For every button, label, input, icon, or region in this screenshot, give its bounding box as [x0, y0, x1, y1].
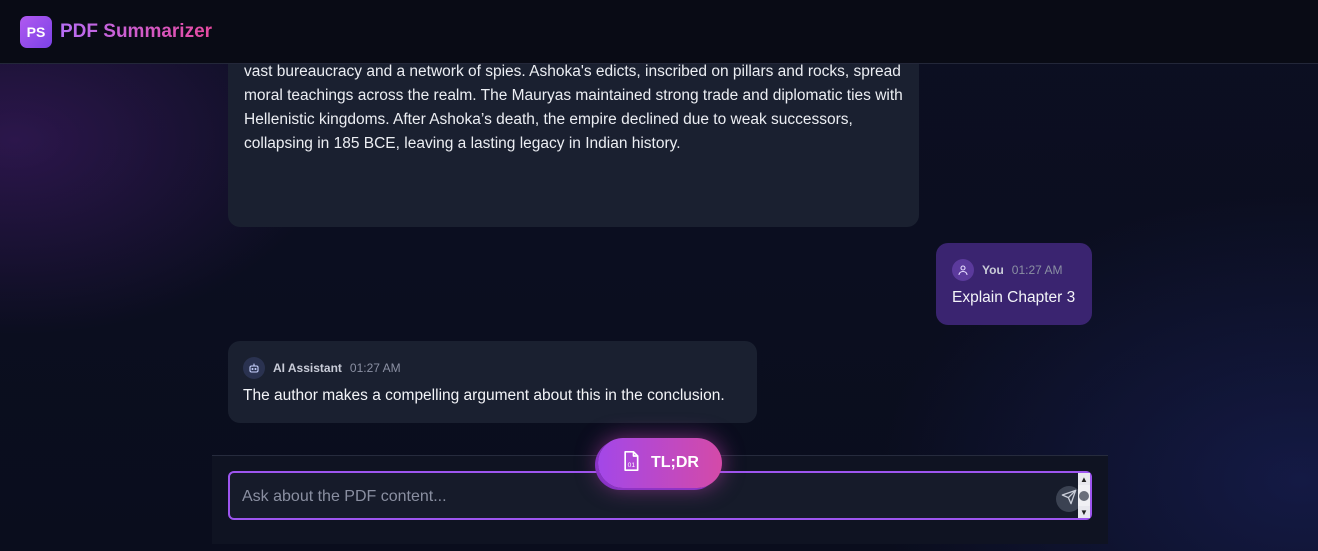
- scroll-down-button[interactable]: ▼: [1078, 506, 1090, 518]
- tldr-button[interactable]: 01 TL;DR: [598, 438, 722, 488]
- message-time: 01:27 AM: [1011, 263, 1063, 277]
- bot-icon: [243, 357, 265, 379]
- user-message: You 01:27 AM Explain Chapter 3: [936, 243, 1092, 325]
- chat-history[interactable]: (268–232 BCE), it reached its zenith, pr…: [0, 64, 1318, 454]
- user-icon: [952, 259, 974, 281]
- tldr-label: TL;DR: [651, 454, 699, 471]
- svg-text:01: 01: [628, 461, 636, 468]
- message-text: (268–232 BCE), it reached its zenith, pr…: [244, 64, 903, 152]
- message-text: Explain Chapter 3: [952, 289, 1076, 306]
- send-icon: [1061, 489, 1077, 510]
- assistant-message: (268–232 BCE), it reached its zenith, pr…: [228, 64, 919, 227]
- sender-name: You: [982, 263, 1004, 277]
- app-title: PDF Summarizer: [60, 20, 213, 42]
- sender-name: AI Assistant: [273, 361, 342, 375]
- message-time: 01:27 AM: [349, 361, 401, 375]
- scroll-up-button[interactable]: ▲: [1078, 473, 1090, 485]
- message-header: AI Assistant 01:27 AM: [243, 357, 742, 379]
- assistant-message: AI Assistant 01:27 AM The author makes a…: [228, 341, 757, 423]
- message-header: You 01:27 AM: [952, 259, 1076, 281]
- document-icon: 01: [621, 450, 641, 477]
- top-bar: PS PDF Summarizer: [0, 0, 1318, 64]
- message-text: The author makes a compelling argument a…: [243, 387, 725, 404]
- scrollbar-thumb[interactable]: [1079, 491, 1089, 501]
- app-logo[interactable]: PS: [20, 15, 52, 48]
